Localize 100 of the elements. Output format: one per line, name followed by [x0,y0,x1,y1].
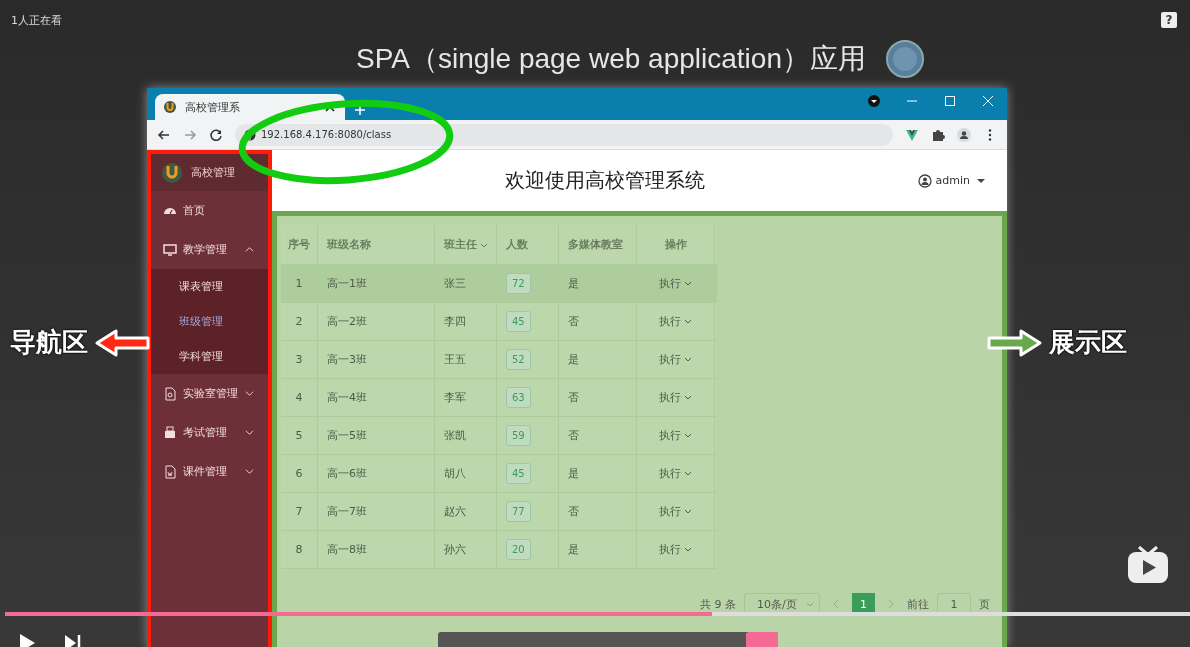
table-cell: 否 [559,303,637,340]
u-logo-icon [161,161,183,184]
browser-tab[interactable]: 高校管理系 [155,94,345,120]
profile-icon[interactable] [957,127,971,142]
tab-title: 高校管理系 [185,99,241,115]
menu-item[interactable]: 首页 [151,191,268,230]
count-tag: 45 [506,463,531,484]
slide-title: SPA（single page web application）应用 [356,42,866,76]
column-header[interactable]: 班主任 [435,225,497,264]
dropdown-icon[interactable] [867,94,881,108]
reload-icon[interactable] [209,127,223,142]
table-row[interactable]: 7 高一7班 赵六 77 否 执行 [281,493,717,531]
chevron-down-icon [684,507,692,515]
count-tag: 77 [506,501,531,522]
table-cell: 李军 [435,379,497,416]
table-cell: 5 [281,417,318,454]
count-tag: 52 [506,349,531,370]
annotation-label: 展示区 [1049,326,1127,359]
action-dropdown[interactable]: 执行 [659,542,692,557]
chevron-down-icon [684,469,692,477]
submenu-item[interactable]: 班级管理 [151,304,268,339]
count-tag: 59 [506,425,531,446]
action-dropdown[interactable]: 执行 [659,504,692,519]
column-header[interactable]: 操作 [637,225,715,264]
column-header[interactable]: 人数 [497,225,559,264]
table-row[interactable]: 3 高一3班 王五 52 是 执行 [281,341,717,379]
table-row[interactable]: 8 高一8班 孙六 20 是 执行 [281,531,717,569]
column-header[interactable]: 序号 [281,225,318,264]
back-icon[interactable] [157,127,171,142]
url-text: 192.168.4.176:8080/class [261,129,392,140]
action-dropdown[interactable]: 执行 [659,276,692,291]
action-dropdown[interactable]: 执行 [659,352,692,367]
table-cell: 张三 [435,265,497,302]
forward-icon[interactable] [183,127,197,142]
table-cell: 胡八 [435,455,497,492]
chevron-down-icon [684,545,692,553]
puzzle-icon[interactable] [931,127,945,142]
table-cell: 高一6班 [318,455,435,492]
round-logo-icon [886,40,924,78]
table-row[interactable]: 4 高一4班 李军 63 否 执行 [281,379,717,417]
page-suffix: 页 [979,596,990,612]
column-header[interactable]: 多媒体教室 [559,225,637,264]
table-cell: 8 [281,531,318,568]
chevron-down-icon [684,393,692,401]
u-logo-icon [163,100,177,114]
table-row[interactable]: 2 高一2班 李四 45 否 执行 [281,303,717,341]
v-logo-icon[interactable] [905,127,919,142]
menu-item[interactable]: 实验室管理 [151,374,268,413]
page-number[interactable]: 1 [852,593,875,615]
table-cell: 高一7班 [318,493,435,530]
help-icon[interactable]: ? [1161,12,1177,28]
table-cell: 否 [559,493,637,530]
annotation-label: 导航区 [10,326,88,359]
menu-item[interactable]: 教学管理 [151,230,268,269]
chevron-down-icon [684,355,692,363]
table-cell: 4 [281,379,318,416]
count-tag: 45 [506,311,531,332]
table-cell: 是 [559,341,637,378]
menu-item[interactable]: 考试管理 [151,413,268,452]
table-cell: 3 [281,341,318,378]
goto-label: 前往 [907,596,929,612]
table-cell: 高一4班 [318,379,435,416]
table-cell: 高一8班 [318,531,435,568]
chevron-down-icon [684,279,692,287]
action-dropdown[interactable]: 执行 [659,314,692,329]
chevron-down-icon [684,317,692,325]
count-tag: 20 [506,539,531,560]
column-header[interactable]: 班级名称 [318,225,435,264]
table-row[interactable]: 5 高一5班 张凯 59 否 执行 [281,417,717,455]
table-cell: 李四 [435,303,497,340]
table-cell: 6 [281,455,318,492]
table-cell: 是 [559,455,637,492]
table-row[interactable]: 6 高一6班 胡八 45 是 执行 [281,455,717,493]
user-icon [917,173,932,188]
table-cell: 否 [559,417,637,454]
printer-icon [163,425,177,440]
caret-down-icon [977,176,985,185]
brand-name: 高校管理 [191,165,235,180]
page-heading: 欢迎使用高校管理系统 [503,167,706,194]
table-cell: 高一1班 [318,265,435,302]
submenu-item[interactable]: 课表管理 [151,269,268,304]
document-icon [163,386,177,401]
count-tag: 63 [506,387,531,408]
close-icon[interactable] [981,94,995,108]
highlighted-row[interactable]: 1 高一1班 张三 72 是 执行 [281,265,717,303]
table-cell: 7 [281,493,318,530]
chevron-down-icon [684,431,692,439]
action-dropdown[interactable]: 执行 [659,390,692,405]
maximize-icon[interactable] [943,94,957,108]
user-menu[interactable]: admin [917,173,985,188]
action-dropdown[interactable]: 执行 [659,428,692,443]
chevron-down-icon [806,600,814,608]
action-dropdown[interactable]: 执行 [659,466,692,481]
menu-item[interactable]: 课件管理 [151,452,268,491]
comment-input-field[interactable] [438,632,778,647]
monitor-icon [163,242,177,257]
total-count: 共 9 条 [700,596,736,612]
table-cell: 否 [559,379,637,416]
submenu-item[interactable]: 学科管理 [151,339,268,374]
tv-icon[interactable] [1126,543,1170,585]
